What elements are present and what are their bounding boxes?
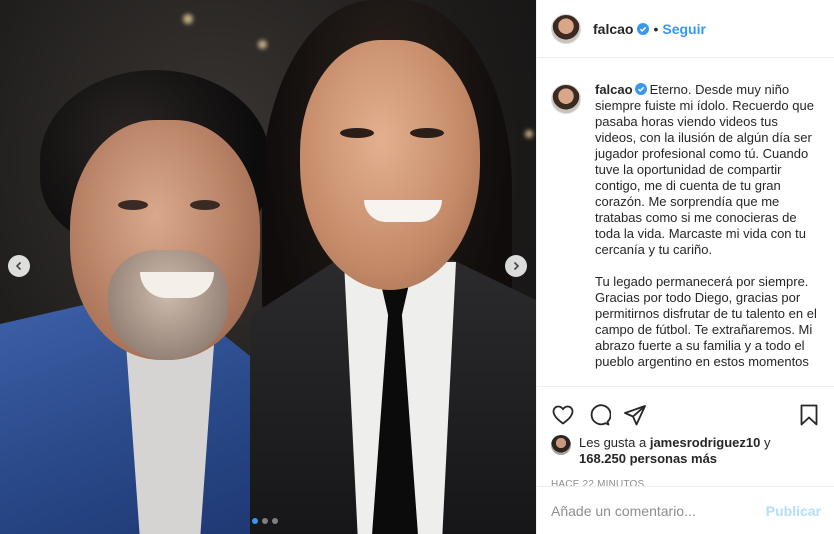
liker-username[interactable]: jamesrodriguez10 (650, 435, 761, 450)
background-light (258, 40, 267, 49)
likes-count[interactable]: 168.250 personas más (579, 451, 717, 466)
carousel-indicator (252, 518, 278, 524)
background-light (183, 14, 193, 24)
liker-avatar[interactable] (551, 435, 571, 455)
avatar[interactable] (551, 13, 581, 44)
carousel-dot (252, 518, 258, 524)
verified-badge-icon (634, 83, 647, 95)
likes-summary: Les gusta a jamesrodriguez10 y 168.250 p… (551, 435, 821, 467)
header-separator: • (653, 20, 659, 37)
background-light (525, 130, 533, 138)
post-sidebar: falcao • Seguir falcao Eterno. Desde muy … (536, 0, 834, 534)
carousel-next-button[interactable] (505, 255, 527, 277)
caption: falcao Eterno. Desde muy niño siempre fui… (551, 82, 821, 384)
likes-mid: y (760, 435, 771, 450)
chevron-right-icon (513, 261, 520, 271)
header-username[interactable]: falcao (593, 21, 633, 37)
publish-button[interactable]: Publicar (766, 503, 821, 519)
chevron-left-icon (15, 261, 22, 271)
carousel-prev-button[interactable] (8, 255, 30, 277)
carousel-dot (272, 518, 278, 524)
caption-text: falcao Eterno. Desde muy niño siempre fui… (595, 82, 821, 384)
post-header: falcao • Seguir (537, 0, 834, 58)
comments-area[interactable]: falcao Eterno. Desde muy niño siempre fui… (537, 70, 834, 384)
comment-icon[interactable] (587, 403, 611, 427)
carousel-dot (262, 518, 268, 524)
post-photo[interactable] (0, 0, 536, 534)
action-bar (551, 395, 821, 435)
post-actions-section: Les gusta a jamesrodriguez10 y 168.250 p… (537, 386, 834, 490)
bookmark-icon[interactable] (797, 403, 821, 427)
caption-username[interactable]: falcao (595, 82, 633, 97)
share-icon[interactable] (623, 403, 647, 427)
likes-prefix: Les gusta a (579, 435, 650, 450)
caption-avatar[interactable] (551, 84, 581, 114)
caption-paragraph: Tu legado permanecerá por siempre. Graci… (595, 274, 817, 369)
verified-badge-icon (637, 22, 650, 35)
follow-button[interactable]: Seguir (662, 21, 706, 37)
comment-form: Publicar (537, 486, 834, 534)
comment-input[interactable] (551, 502, 766, 519)
heart-icon[interactable] (551, 403, 575, 427)
caption-paragraph: Eterno. Desde muy niño siempre fuiste mi… (595, 82, 814, 257)
